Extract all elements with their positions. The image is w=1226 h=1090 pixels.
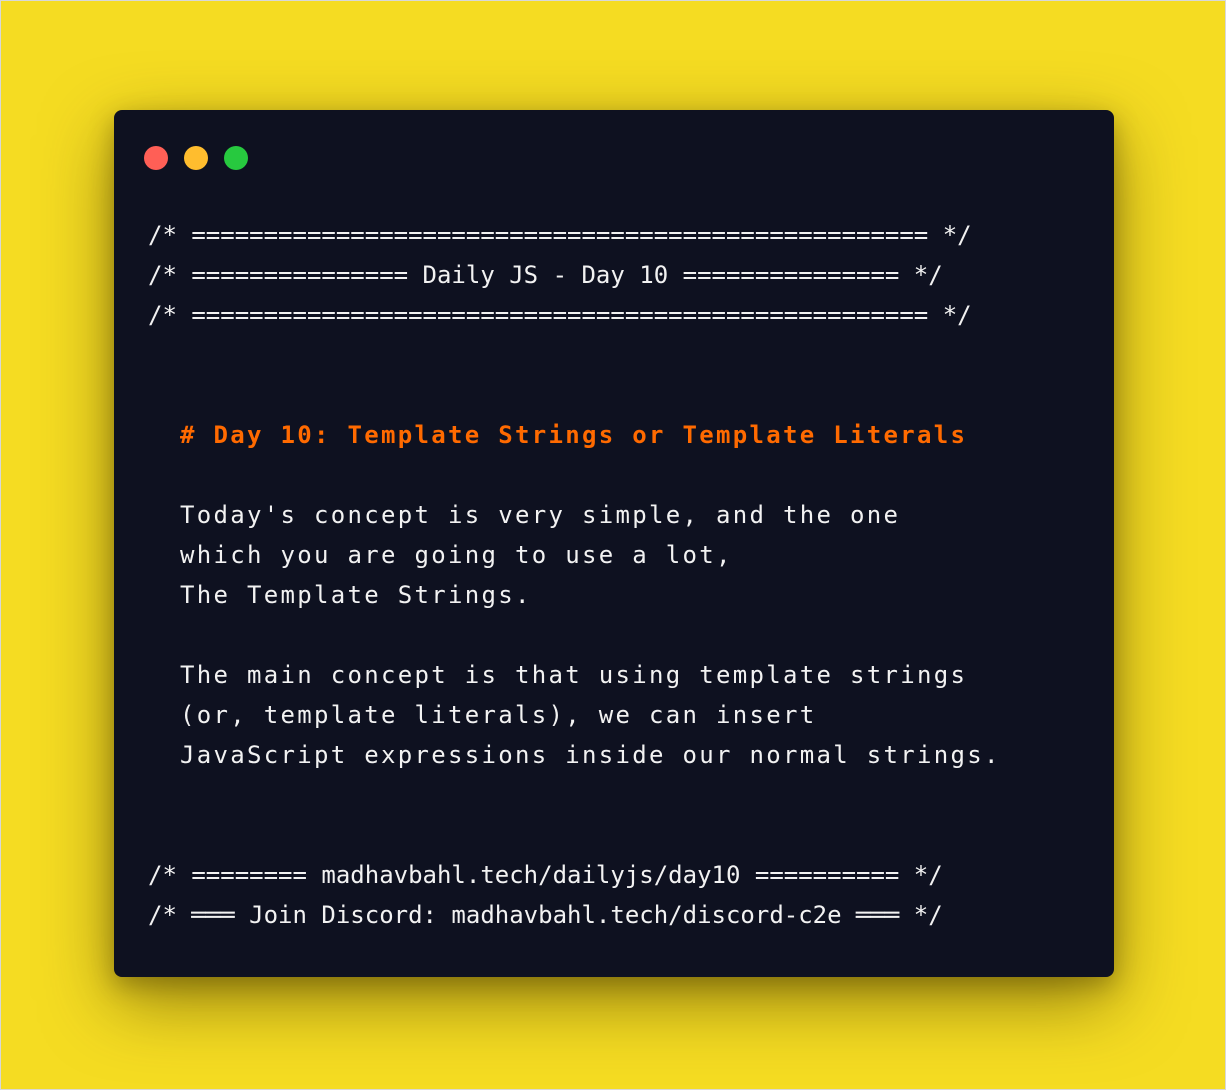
paragraph-1-line-1: Today's concept is very simple, and the …	[114, 495, 1114, 535]
paragraph-2-line-1: The main concept is that using template …	[114, 655, 1114, 695]
header-banner-line-3: /* =====================================…	[114, 295, 1114, 335]
content-heading: # Day 10: Template Strings or Template L…	[180, 421, 968, 449]
paragraph-2-line-2: (or, template literals), we can insert	[114, 695, 1114, 735]
paragraph-1-text-3: The Template Strings.	[180, 581, 532, 609]
close-dot-icon[interactable]	[144, 146, 168, 170]
code-window: /* =====================================…	[114, 110, 1114, 977]
header-banner-text-1: /* =====================================…	[148, 221, 972, 249]
footer-link-dailyjs: /* ======== madhavbahl.tech/dailyjs/day1…	[148, 861, 943, 889]
paragraph-1-text-2: which you are going to use a lot,	[180, 541, 733, 569]
paragraph-2-text-1: The main concept is that using template …	[180, 661, 968, 689]
content-heading-line: # Day 10: Template Strings or Template L…	[114, 415, 1114, 455]
header-banner-line-1: /* =====================================…	[114, 215, 1114, 255]
footer-link-discord: /* ═══ Join Discord: madhavbahl.tech/dis…	[148, 901, 943, 929]
paragraph-2-text-3: JavaScript expressions inside our normal…	[180, 741, 1001, 769]
window-controls	[144, 146, 248, 170]
maximize-dot-icon[interactable]	[224, 146, 248, 170]
paragraph-1-line-3: The Template Strings.	[114, 575, 1114, 615]
paragraph-1-line-2: which you are going to use a lot,	[114, 535, 1114, 575]
header-title-text: /* =============== Daily JS - Day 10 ===…	[148, 261, 943, 289]
footer-banner-line-1: /* ======== madhavbahl.tech/dailyjs/day1…	[114, 855, 1114, 895]
footer-banner-line-2: /* ═══ Join Discord: madhavbahl.tech/dis…	[114, 895, 1114, 935]
paragraph-2-text-2: (or, template literals), we can insert	[180, 701, 817, 729]
paragraph-2-line-3: JavaScript expressions inside our normal…	[114, 735, 1114, 775]
header-banner-text-3: /* =====================================…	[148, 301, 972, 329]
minimize-dot-icon[interactable]	[184, 146, 208, 170]
header-banner-line-2: /* =============== Daily JS - Day 10 ===…	[114, 255, 1114, 295]
paragraph-1-text-1: Today's concept is very simple, and the …	[180, 501, 901, 529]
